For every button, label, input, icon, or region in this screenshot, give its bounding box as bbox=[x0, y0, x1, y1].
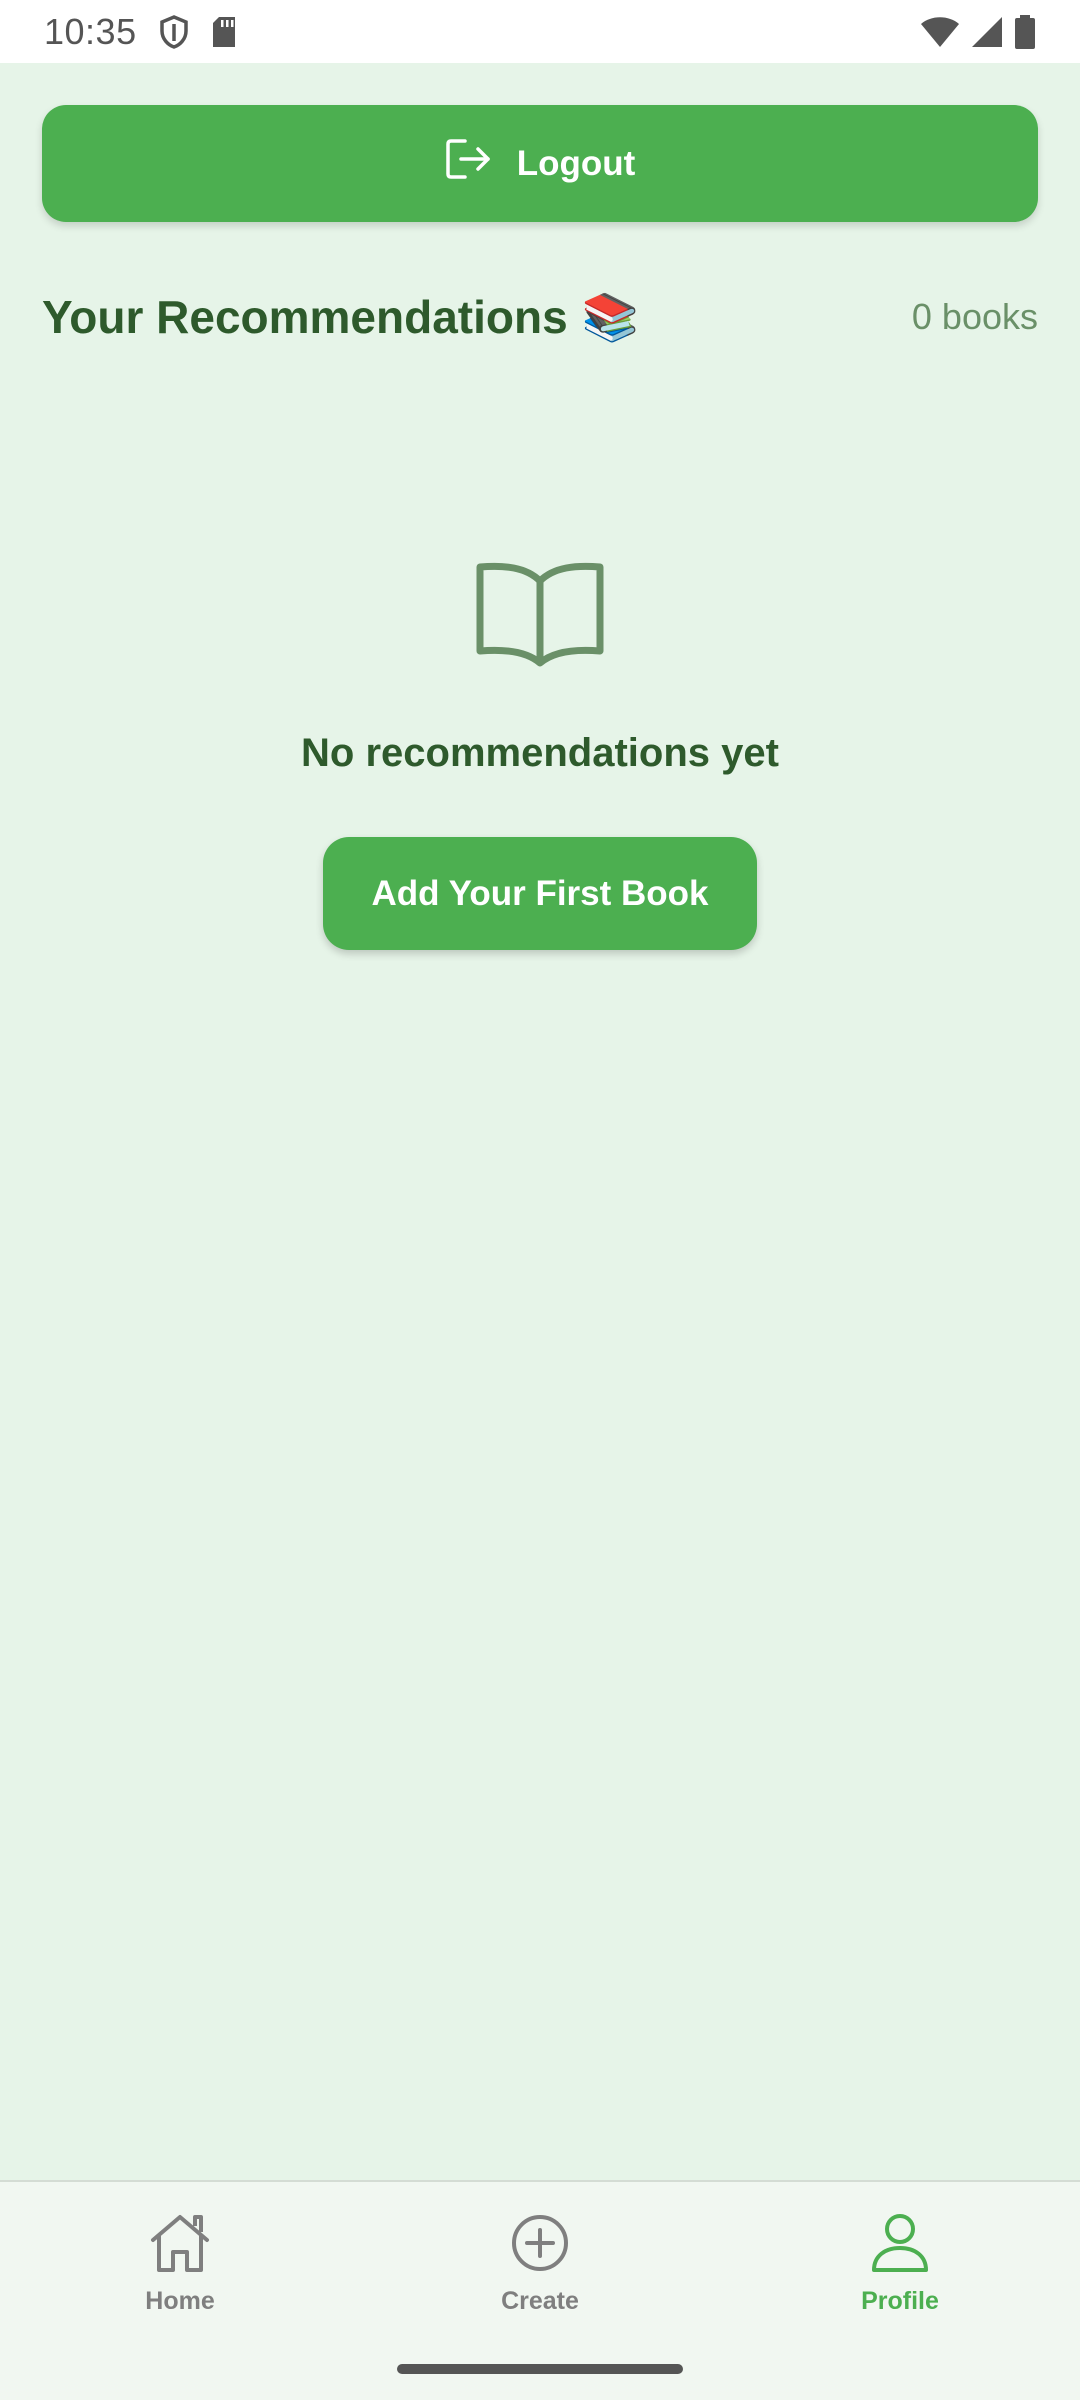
open-book-icon bbox=[474, 559, 606, 675]
logout-label: Logout bbox=[516, 143, 636, 183]
nav-create-label: Create bbox=[501, 2287, 579, 2315]
recommendations-title: Your Recommendations 📚 bbox=[42, 290, 639, 345]
add-first-book-button[interactable]: Add Your First Book bbox=[323, 837, 757, 950]
nav-home-label: Home bbox=[145, 2287, 215, 2315]
home-icon bbox=[147, 2212, 213, 2281]
nav-home[interactable]: Home bbox=[60, 2212, 300, 2332]
gesture-home-indicator[interactable] bbox=[397, 2364, 683, 2374]
wifi-icon bbox=[920, 16, 960, 48]
plus-circle-icon bbox=[509, 2212, 571, 2281]
profile-screen: Logout Your Recommendations 📚 0 books No… bbox=[0, 63, 1080, 2180]
nav-profile[interactable]: Profile bbox=[780, 2212, 1020, 2332]
recommendations-title-text: Your Recommendations bbox=[42, 291, 568, 343]
nav-profile-label: Profile bbox=[861, 2287, 939, 2315]
empty-state-message: No recommendations yet bbox=[301, 731, 779, 775]
book-count: 0 books bbox=[911, 296, 1038, 337]
logout-icon bbox=[445, 137, 491, 190]
books-emoji-icon: 📚 bbox=[581, 290, 639, 343]
nav-create[interactable]: Create bbox=[420, 2212, 660, 2332]
logout-button[interactable]: Logout bbox=[42, 105, 1038, 222]
status-time: 10:35 bbox=[44, 10, 137, 52]
status-bar: 10:35 bbox=[0, 0, 1080, 63]
person-icon bbox=[869, 2212, 931, 2281]
shield-icon bbox=[159, 14, 189, 49]
cellular-signal-icon bbox=[970, 16, 1004, 48]
recommendations-header: Your Recommendations 📚 0 books bbox=[42, 285, 1038, 349]
sd-card-icon bbox=[211, 16, 237, 48]
battery-icon bbox=[1014, 14, 1036, 49]
